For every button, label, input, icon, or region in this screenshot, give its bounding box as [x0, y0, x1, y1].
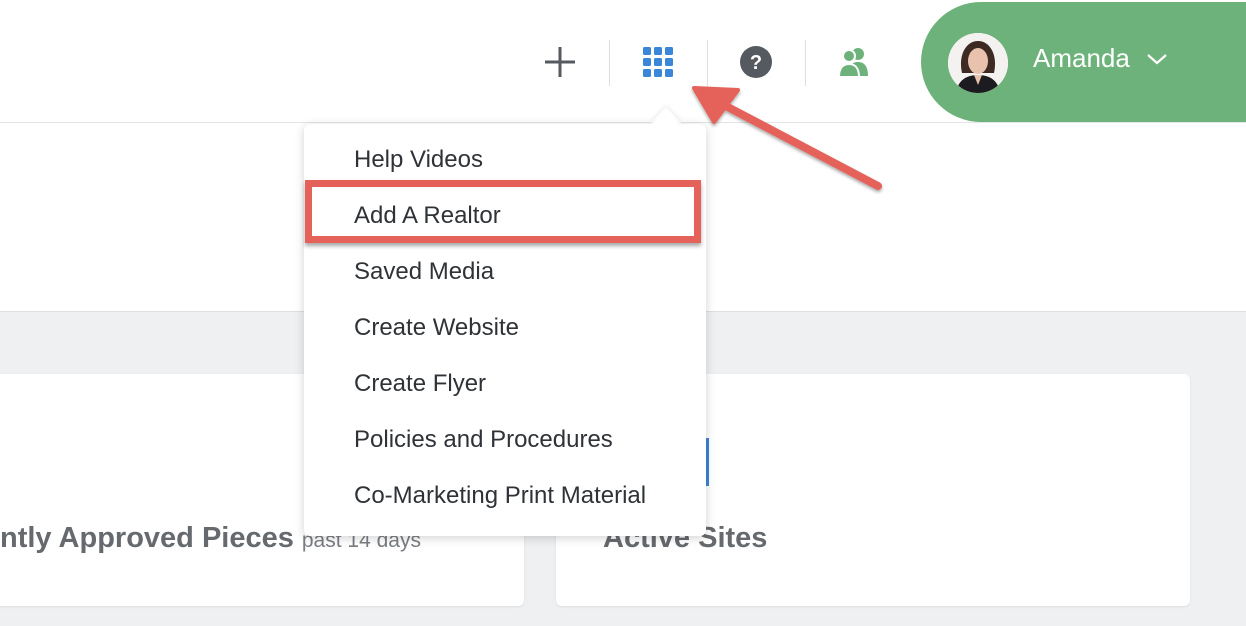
header-divider: [805, 40, 806, 86]
apps-menu-button[interactable]: [634, 38, 682, 86]
menu-item-create-flyer[interactable]: Create Flyer: [354, 370, 486, 398]
grid-icon: [643, 47, 673, 77]
plus-icon: [545, 47, 575, 77]
header-divider: [609, 40, 610, 86]
users-icon: [837, 48, 868, 78]
menu-item-co-marketing-print-material[interactable]: Co-Marketing Print Material: [354, 482, 646, 510]
team-button[interactable]: [830, 38, 878, 86]
user-name: Amanda: [1033, 43, 1130, 73]
help-button[interactable]: ?: [732, 38, 780, 86]
menu-item-saved-media[interactable]: Saved Media: [354, 258, 494, 286]
menu-item-policies-and-procedures[interactable]: Policies and Procedures: [354, 426, 613, 454]
question-icon: ?: [740, 46, 772, 78]
card-title-text: ntly Approved Pieces: [0, 522, 294, 554]
svg-text:?: ?: [750, 52, 762, 74]
avatar: [948, 33, 1008, 93]
highlight-annotation-box: [305, 180, 701, 243]
chevron-down-icon: [1147, 54, 1167, 65]
add-button[interactable]: [536, 38, 584, 86]
avatar-photo: [948, 33, 1008, 93]
menu-item-create-website[interactable]: Create Website: [354, 314, 519, 342]
user-menu-button[interactable]: Amanda: [921, 2, 1246, 122]
header-divider: [707, 40, 708, 86]
menu-item-help-videos[interactable]: Help Videos: [354, 146, 483, 174]
